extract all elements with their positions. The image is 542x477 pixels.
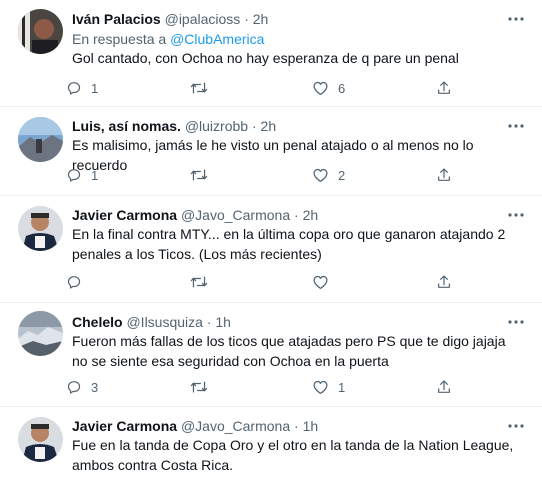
- like-count: 1: [338, 379, 346, 395]
- user-handle[interactable]: @Javo_Carmona: [181, 418, 290, 434]
- reply-count: 1: [91, 80, 99, 96]
- tweet-header: Iván Palacios @ipalacioss · 2h: [72, 10, 268, 28]
- separator-dot: ·: [244, 11, 249, 27]
- reply-icon: [67, 381, 81, 394]
- like-button[interactable]: [312, 272, 338, 292]
- more-options-button[interactable]: [506, 117, 526, 135]
- user-handle[interactable]: @luizrobb: [185, 118, 248, 134]
- share-button[interactable]: [436, 165, 452, 185]
- tweet[interactable]: Iván Palacios @ipalacioss · 2h En respue…: [0, 0, 542, 104]
- tweet-text: Fue en la tanda de Copa Oro y el otro en…: [72, 437, 514, 473]
- like-count: 6: [338, 80, 346, 96]
- share-button[interactable]: [436, 377, 452, 397]
- timestamp[interactable]: 2h: [261, 118, 277, 134]
- tweet-actions: 3 1: [66, 377, 466, 397]
- tweet[interactable]: Luis, así nomas. @luizrobb · 2h Es malis…: [0, 107, 542, 195]
- separator-dot: ·: [206, 314, 212, 330]
- share-icon: [438, 380, 450, 393]
- more-horizontal-icon: [508, 124, 524, 128]
- reply-icon: [67, 169, 81, 182]
- reply-count: 3: [91, 379, 99, 395]
- reply-button[interactable]: 1: [66, 165, 98, 185]
- separator-dot: ·: [294, 418, 299, 434]
- retweet-button[interactable]: [190, 272, 217, 292]
- retweet-icon: [190, 276, 208, 288]
- heart-icon: [313, 81, 328, 96]
- more-horizontal-icon: [508, 320, 524, 324]
- tweet-actions: [66, 272, 466, 292]
- avatar[interactable]: [18, 206, 63, 251]
- heart-icon: [313, 275, 328, 290]
- tweet-header: Javier Carmona @Javo_Carmona · 1h: [72, 417, 318, 435]
- more-options-button[interactable]: [506, 10, 526, 28]
- more-options-button[interactable]: [506, 313, 526, 331]
- avatar[interactable]: [18, 417, 63, 462]
- display-name[interactable]: Javier Carmona: [72, 207, 177, 223]
- tweet-text: Gol cantado, con Ochoa no hay esperanza …: [72, 50, 459, 66]
- reply-icon: [67, 82, 81, 95]
- reply-prefix: En respuesta a: [72, 31, 167, 47]
- retweet-icon: [190, 381, 208, 393]
- display-name[interactable]: Javier Carmona: [72, 418, 177, 434]
- display-name[interactable]: Luis, así nomas.: [72, 118, 181, 134]
- reply-count: 1: [91, 167, 99, 183]
- avatar[interactable]: [18, 311, 63, 356]
- heart-icon: [313, 168, 328, 183]
- heart-icon: [313, 380, 328, 395]
- more-horizontal-icon: [508, 17, 524, 21]
- retweet-button[interactable]: [190, 165, 217, 185]
- tweet-header: Chelelo @Ilsusquiza · 1h: [72, 313, 231, 331]
- share-icon: [438, 81, 450, 94]
- user-handle[interactable]: @ipalacioss: [165, 11, 241, 27]
- timestamp[interactable]: 1h: [303, 418, 319, 434]
- avatar[interactable]: [18, 117, 63, 162]
- more-options-button[interactable]: [506, 206, 526, 224]
- more-options-button[interactable]: [506, 417, 526, 435]
- like-count: 2: [338, 167, 346, 183]
- timestamp[interactable]: 1h: [215, 314, 231, 330]
- user-handle[interactable]: @Ilsusquiza: [126, 314, 202, 330]
- like-button[interactable]: 1: [312, 377, 345, 397]
- reply-button[interactable]: 1: [66, 78, 98, 98]
- reply-mention-link[interactable]: @ClubAmerica: [170, 31, 264, 47]
- tweet-text: En la final contra MTY... en la última c…: [72, 226, 506, 262]
- tweet[interactable]: Javier Carmona @Javo_Carmona · 1h Fue en…: [0, 407, 542, 477]
- like-button[interactable]: 2: [312, 165, 345, 185]
- tweet[interactable]: Javier Carmona @Javo_Carmona · 2h En la …: [0, 196, 542, 302]
- share-icon: [438, 275, 450, 288]
- reply-button[interactable]: [66, 272, 91, 292]
- tweet-header: Javier Carmona @Javo_Carmona · 2h: [72, 206, 318, 224]
- tweet-header: Luis, así nomas. @luizrobb · 2h: [72, 117, 276, 135]
- retweet-button[interactable]: [190, 377, 217, 397]
- more-horizontal-icon: [508, 213, 524, 217]
- tweet-actions: 1 2: [66, 165, 466, 185]
- timestamp[interactable]: 2h: [303, 207, 319, 223]
- reply-button[interactable]: 3: [66, 377, 98, 397]
- reply-icon: [67, 276, 81, 289]
- user-handle[interactable]: @Javo_Carmona: [181, 207, 290, 223]
- like-button[interactable]: 6: [312, 78, 345, 98]
- retweet-button[interactable]: [190, 78, 217, 98]
- retweet-icon: [190, 169, 208, 181]
- tweet[interactable]: Chelelo @Ilsusquiza · 1h Fueron más fall…: [0, 303, 542, 405]
- display-name[interactable]: Iván Palacios: [72, 11, 161, 27]
- separator-dot: ·: [251, 118, 257, 134]
- share-icon: [438, 168, 450, 181]
- share-button[interactable]: [436, 78, 452, 98]
- separator-dot: ·: [294, 207, 299, 223]
- reply-context: En respuesta a @ClubAmerica: [72, 30, 264, 48]
- retweet-icon: [190, 82, 208, 94]
- display-name[interactable]: Chelelo: [72, 314, 123, 330]
- more-horizontal-icon: [508, 424, 524, 428]
- tweet-actions: 1 6: [66, 78, 466, 98]
- share-button[interactable]: [436, 272, 452, 292]
- tweet-text: Fueron más fallas de los ticos que ataja…: [72, 333, 506, 369]
- timestamp[interactable]: 2h: [253, 11, 269, 27]
- avatar[interactable]: [18, 9, 63, 54]
